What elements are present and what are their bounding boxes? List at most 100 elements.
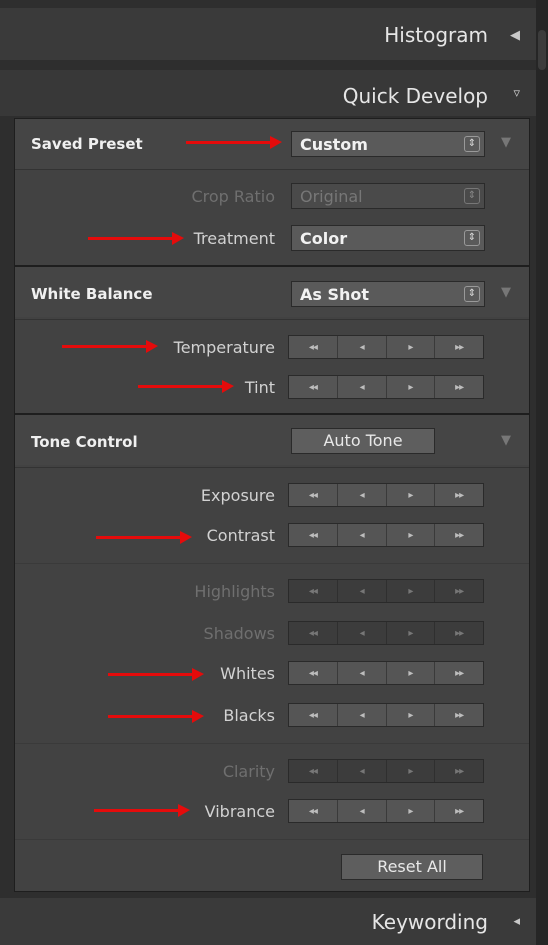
- white-balance-dropdown[interactable]: As Shot ⇕: [291, 281, 485, 307]
- decrease-large-button[interactable]: ◂◂: [289, 524, 338, 546]
- disclosure-triangle-icon[interactable]: ▼: [501, 433, 511, 448]
- increase-large-button[interactable]: ▸▸: [435, 622, 483, 644]
- decrease-small-button[interactable]: ◂: [338, 622, 387, 644]
- decrease-large-button[interactable]: ◂◂: [289, 662, 338, 684]
- crop-ratio-dropdown[interactable]: Original ⇕: [291, 183, 485, 209]
- histogram-panel-header[interactable]: Histogram ◀: [0, 8, 548, 60]
- annotation-arrow-saved-preset: [186, 136, 282, 149]
- whites-row: Whites ◂◂ ◂ ▸ ▸▸: [15, 661, 529, 687]
- divider: [15, 467, 529, 468]
- decrease-small-button[interactable]: ◂: [338, 580, 387, 602]
- reset-all-button[interactable]: Reset All: [341, 854, 483, 880]
- decrease-small-button[interactable]: ◂: [338, 800, 387, 822]
- tint-row: Tint ◂◂ ◂ ▸ ▸▸: [15, 375, 529, 401]
- blacks-row: Blacks ◂◂ ◂ ▸ ▸▸: [15, 703, 529, 729]
- exposure-row: Exposure ◂◂ ◂ ▸ ▸▸: [15, 483, 529, 509]
- increase-large-button[interactable]: ▸▸: [435, 704, 483, 726]
- contrast-stepper[interactable]: ◂◂ ◂ ▸ ▸▸: [288, 523, 484, 547]
- disclosure-triangle-icon[interactable]: ▼: [501, 135, 511, 150]
- histogram-title: Histogram: [384, 23, 488, 47]
- annotation-arrow-temperature: [62, 340, 158, 353]
- decrease-large-button[interactable]: ◂◂: [289, 376, 338, 398]
- decrease-small-button[interactable]: ◂: [338, 376, 387, 398]
- temperature-stepper[interactable]: ◂◂ ◂ ▸ ▸▸: [288, 335, 484, 359]
- decrease-large-button[interactable]: ◂◂: [289, 704, 338, 726]
- highlights-label: Highlights: [194, 582, 275, 601]
- decrease-large-button[interactable]: ◂◂: [289, 760, 338, 782]
- decrease-small-button[interactable]: ◂: [338, 662, 387, 684]
- saved-preset-dropdown[interactable]: Custom ⇕: [291, 131, 485, 157]
- decrease-large-button[interactable]: ◂◂: [289, 580, 338, 602]
- vibrance-row: Vibrance ◂◂ ◂ ▸ ▸▸: [15, 799, 529, 825]
- shadows-label: Shadows: [203, 624, 275, 643]
- panel-expanded-icon[interactable]: ▿: [513, 86, 520, 101]
- increase-small-button[interactable]: ▸: [387, 336, 436, 358]
- increase-small-button[interactable]: ▸: [387, 760, 436, 782]
- decrease-small-button[interactable]: ◂: [338, 484, 387, 506]
- decrease-small-button[interactable]: ◂: [338, 336, 387, 358]
- decrease-small-button[interactable]: ◂: [338, 524, 387, 546]
- increase-large-button[interactable]: ▸▸: [435, 580, 483, 602]
- increase-small-button[interactable]: ▸: [387, 622, 436, 644]
- annotation-arrow-blacks: [108, 710, 204, 723]
- increase-small-button[interactable]: ▸: [387, 662, 436, 684]
- highlights-row: Highlights ◂◂ ◂ ▸ ▸▸: [15, 579, 529, 605]
- decrease-large-button[interactable]: ◂◂: [289, 800, 338, 822]
- contrast-row: Contrast ◂◂ ◂ ▸ ▸▸: [15, 523, 529, 549]
- exposure-label: Exposure: [200, 486, 275, 505]
- white-balance-value: As Shot: [300, 285, 370, 304]
- increase-small-button[interactable]: ▸: [387, 484, 436, 506]
- keywording-panel-header[interactable]: Keywording ◂: [0, 898, 548, 945]
- increase-small-button[interactable]: ▸: [387, 800, 436, 822]
- increase-small-button[interactable]: ▸: [387, 580, 436, 602]
- decrease-large-button[interactable]: ◂◂: [289, 484, 338, 506]
- shadows-stepper[interactable]: ◂◂ ◂ ▸ ▸▸: [288, 621, 484, 645]
- disclosure-triangle-icon[interactable]: ▼: [501, 285, 511, 300]
- treatment-dropdown[interactable]: Color ⇕: [291, 225, 485, 251]
- tint-stepper[interactable]: ◂◂ ◂ ▸ ▸▸: [288, 375, 484, 399]
- divider: [15, 563, 529, 564]
- increase-large-button[interactable]: ▸▸: [435, 336, 483, 358]
- decrease-large-button[interactable]: ◂◂: [289, 336, 338, 358]
- shadows-row: Shadows ◂◂ ◂ ▸ ▸▸: [15, 621, 529, 647]
- collapse-left-icon[interactable]: ◂: [513, 914, 520, 929]
- scrollbar[interactable]: [536, 0, 548, 945]
- updown-arrows-icon: ⇕: [464, 286, 480, 302]
- divider: [15, 839, 529, 840]
- increase-small-button[interactable]: ▸: [387, 524, 436, 546]
- increase-small-button[interactable]: ▸: [387, 376, 436, 398]
- tone-control-row: Tone Control Auto Tone ▼: [15, 415, 529, 465]
- clarity-row: Clarity ◂◂ ◂ ▸ ▸▸: [15, 759, 529, 785]
- increase-large-button[interactable]: ▸▸: [435, 484, 483, 506]
- updown-arrows-icon: ⇕: [464, 188, 480, 204]
- clarity-stepper[interactable]: ◂◂ ◂ ▸ ▸▸: [288, 759, 484, 783]
- decrease-large-button[interactable]: ◂◂: [289, 622, 338, 644]
- whites-stepper[interactable]: ◂◂ ◂ ▸ ▸▸: [288, 661, 484, 685]
- temperature-label: Temperature: [173, 338, 275, 357]
- increase-small-button[interactable]: ▸: [387, 704, 436, 726]
- vibrance-stepper[interactable]: ◂◂ ◂ ▸ ▸▸: [288, 799, 484, 823]
- exposure-stepper[interactable]: ◂◂ ◂ ▸ ▸▸: [288, 483, 484, 507]
- saved-preset-value: Custom: [300, 135, 368, 154]
- auto-tone-button[interactable]: Auto Tone: [291, 428, 435, 454]
- annotation-arrow-whites: [108, 668, 204, 681]
- divider: [15, 743, 529, 744]
- increase-large-button[interactable]: ▸▸: [435, 760, 483, 782]
- collapse-left-icon[interactable]: ◀: [510, 28, 520, 43]
- blacks-label: Blacks: [223, 706, 275, 725]
- highlights-stepper[interactable]: ◂◂ ◂ ▸ ▸▸: [288, 579, 484, 603]
- treatment-row: Treatment Color ⇕: [15, 225, 529, 255]
- decrease-small-button[interactable]: ◂: [338, 760, 387, 782]
- annotation-arrow-tint: [138, 380, 234, 393]
- increase-large-button[interactable]: ▸▸: [435, 662, 483, 684]
- scrollbar-thumb[interactable]: [538, 30, 546, 70]
- whites-label: Whites: [220, 664, 275, 683]
- increase-large-button[interactable]: ▸▸: [435, 524, 483, 546]
- quick-develop-panel-header[interactable]: Quick Develop ▿: [0, 70, 548, 116]
- decrease-small-button[interactable]: ◂: [338, 704, 387, 726]
- updown-arrows-icon: ⇕: [464, 136, 480, 152]
- increase-large-button[interactable]: ▸▸: [435, 800, 483, 822]
- increase-large-button[interactable]: ▸▸: [435, 376, 483, 398]
- blacks-stepper[interactable]: ◂◂ ◂ ▸ ▸▸: [288, 703, 484, 727]
- divider: [15, 169, 529, 170]
